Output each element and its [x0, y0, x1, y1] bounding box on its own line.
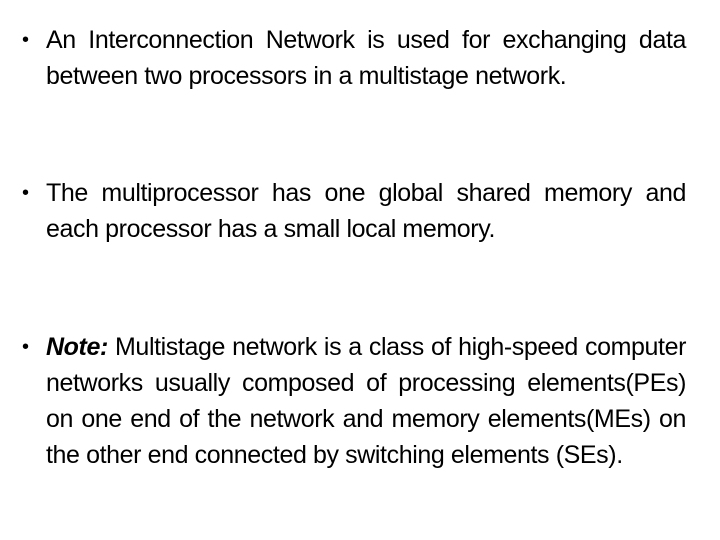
bullet-dot-icon: •	[22, 182, 29, 204]
bullet-dot-icon: •	[22, 29, 29, 51]
bullet-note-multistage: • Note: Multistage network is a class of…	[22, 329, 686, 473]
slide: • An Interconnection Network is used for…	[0, 0, 720, 540]
bullet-text: An Interconnection Network is used for e…	[46, 26, 686, 90]
note-label: Note:	[46, 333, 108, 361]
bullet-interconnection-network: • An Interconnection Network is used for…	[22, 22, 686, 94]
bullet-text: Multistage network is a class of high-sp…	[46, 333, 686, 469]
bullet-text: The multiprocessor has one global shared…	[46, 179, 686, 243]
bullet-dot-icon: •	[22, 336, 29, 358]
bullet-multiprocessor-memory: • The multiprocessor has one global shar…	[22, 175, 686, 247]
